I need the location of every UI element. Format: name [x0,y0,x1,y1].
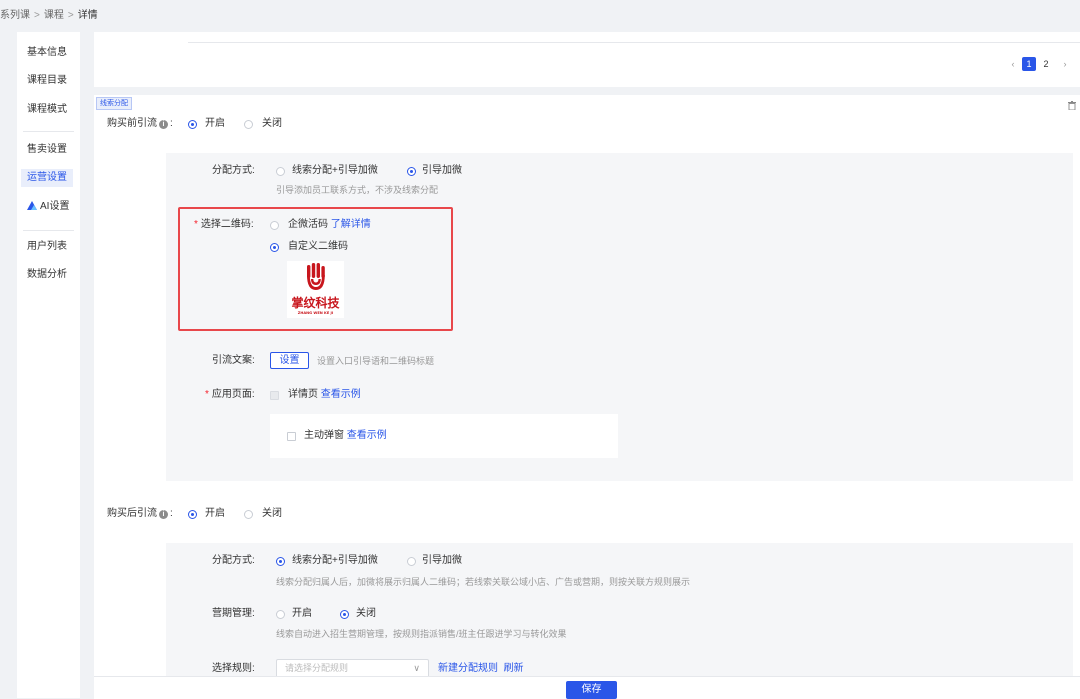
post-on-radio[interactable] [188,510,197,519]
divider [188,42,1080,43]
period-hint: 线索自动进入招生营期管理，按规则指派销售/班主任跟进学习与转化效果 [276,629,567,639]
sidebar-item-user-list[interactable]: 用户列表 [27,239,67,255]
pre-purchase-label: 购买前引流 i: [107,117,173,131]
qr-opt1-label[interactable]: 企微活码 了解详情 [288,218,371,232]
post-mode-opt1-radio[interactable] [276,557,285,566]
post-mode-opt2-label[interactable]: 引导加微 [422,554,462,568]
save-button[interactable]: 保存 [566,681,617,699]
apply-page-label-text: 应用页面: [211,389,255,400]
period-label: 营期管理: [212,608,255,619]
colon: : [170,508,173,519]
pre-mode-opt1-radio[interactable] [276,167,285,176]
qr-label-text: 选择二维码: [200,219,254,230]
post-off-radio[interactable] [244,510,253,519]
detail-page-text: 详情页 [288,389,318,400]
breadcrumb-series[interactable]: 系列课 [0,10,30,21]
sidebar-item-ai-settings[interactable]: AI设置 [27,199,69,215]
learn-more-link[interactable]: 了解详情 [331,219,371,230]
breadcrumb: 系列课 > 课程 > 详情 [0,6,98,24]
logo-cn-text: 掌纹科技 [291,295,340,310]
sidebar: 基本信息 课程目录 课程模式 售卖设置 运营设置 AI设置 用户列表 数据分析 [17,32,80,698]
sidebar-item-catalog[interactable]: 课程目录 [27,73,67,89]
sidebar-item-label: AI设置 [40,201,70,212]
period-off-label[interactable]: 关闭 [356,607,376,621]
pagination-prev-button[interactable]: ‹ [1006,57,1020,71]
copy-hint: 设置入口引导语和二维码标题 [317,356,435,366]
info-icon[interactable]: i [159,510,168,519]
qr-label: * 选择二维码: [194,218,254,232]
pre-mode-opt1-label[interactable]: 线索分配+引导加微 [292,164,378,178]
pre-on-label[interactable]: 开启 [205,117,225,131]
post-purchase-label: 购买后引流 i: [107,507,173,521]
pagination-page-1[interactable]: 1 [1022,57,1036,71]
pagination-next-button[interactable]: › [1058,57,1072,71]
popup-checkbox[interactable] [287,432,296,441]
breadcrumb-separator: > [67,10,74,21]
post-label-text: 购买后引流 [107,508,157,519]
breadcrumb-course[interactable]: 课程 [44,10,64,21]
post-mode-opt2-radio[interactable] [407,557,416,566]
top-card [94,32,1080,87]
pre-mode-opt2-label[interactable]: 引导加微 [422,164,462,178]
section-tag: 线索分配 [96,97,132,110]
rule-label: 选择规则: [212,663,255,674]
detail-page-checkbox[interactable] [270,391,279,400]
rule-actions: 新建分配规则 刷新 [438,662,524,676]
period-on-radio[interactable] [276,610,285,619]
pagination-page-2[interactable]: 2 [1039,57,1053,71]
sidebar-item-basic-info[interactable]: 基本信息 [27,45,67,61]
post-mode-label: 分配方式: [212,555,255,566]
required-mark: * [194,219,198,230]
sidebar-divider [23,131,74,132]
popup-text: 主动弹窗 [304,430,344,441]
period-off-radio[interactable] [340,610,349,619]
refresh-link[interactable]: 刷新 [504,663,524,674]
ai-logo-icon [27,201,37,210]
qr-opt1-radio[interactable] [270,221,279,230]
palm-logo-icon: 掌纹科技 ZHANG WEN KE JI [291,263,340,315]
popup-label: 主动弹窗 查看示例 [304,429,387,443]
qr-opt2-label[interactable]: 自定义二维码 [288,240,348,254]
popup-example-link[interactable]: 查看示例 [347,430,387,441]
qr-opt2-radio[interactable] [270,243,279,252]
detail-page-label: 详情页 查看示例 [288,388,361,402]
rule-placeholder: 请选择分配规则 [285,663,349,673]
pre-mode-hint: 引导添加员工联系方式，不涉及线索分配 [276,185,439,195]
copy-label: 引流文案: [212,355,255,366]
post-on-label[interactable]: 开启 [205,507,225,521]
pre-mode-opt2-radio[interactable] [407,167,416,176]
sidebar-divider [23,230,74,231]
detail-example-link[interactable]: 查看示例 [321,389,361,400]
chevron-down-icon: ∨ [413,663,420,673]
qr-image: 掌纹科技 ZHANG WEN KE JI [287,261,344,318]
logo-en-text: ZHANG WEN KE JI [298,311,333,315]
pre-off-radio[interactable] [244,120,253,129]
pre-label-text: 购买前引流 [107,118,157,129]
breadcrumb-current: 详情 [77,10,98,21]
info-icon[interactable]: i [159,120,168,129]
period-on-label[interactable]: 开启 [292,607,312,621]
colon: : [170,118,173,129]
pre-mode-label: 分配方式: [212,165,255,176]
pre-on-radio[interactable] [188,120,197,129]
sidebar-item-data-analysis[interactable]: 数据分析 [27,267,67,283]
post-mode-opt1-label[interactable]: 线索分配+引导加微 [292,554,378,568]
post-off-label[interactable]: 关闭 [262,507,282,521]
new-rule-link[interactable]: 新建分配规则 [438,663,498,674]
qr-opt1-text: 企微活码 [288,219,328,230]
apply-page-label: * 应用页面: [205,388,255,402]
trash-icon[interactable] [1068,101,1076,110]
required-mark: * [205,389,209,400]
sidebar-item-operation-settings[interactable]: 运营设置 [21,169,73,187]
sidebar-item-course-mode[interactable]: 课程模式 [27,102,67,118]
sidebar-item-sales-settings[interactable]: 售卖设置 [27,142,67,158]
post-mode-hint: 线索分配归属人后，加微将展示归属人二维码；若线索关联公域小店、广告或营期，则按关… [276,577,691,587]
pre-off-label[interactable]: 关闭 [262,117,282,131]
copy-settings-button[interactable]: 设置 [270,352,309,369]
breadcrumb-separator: > [34,10,40,21]
